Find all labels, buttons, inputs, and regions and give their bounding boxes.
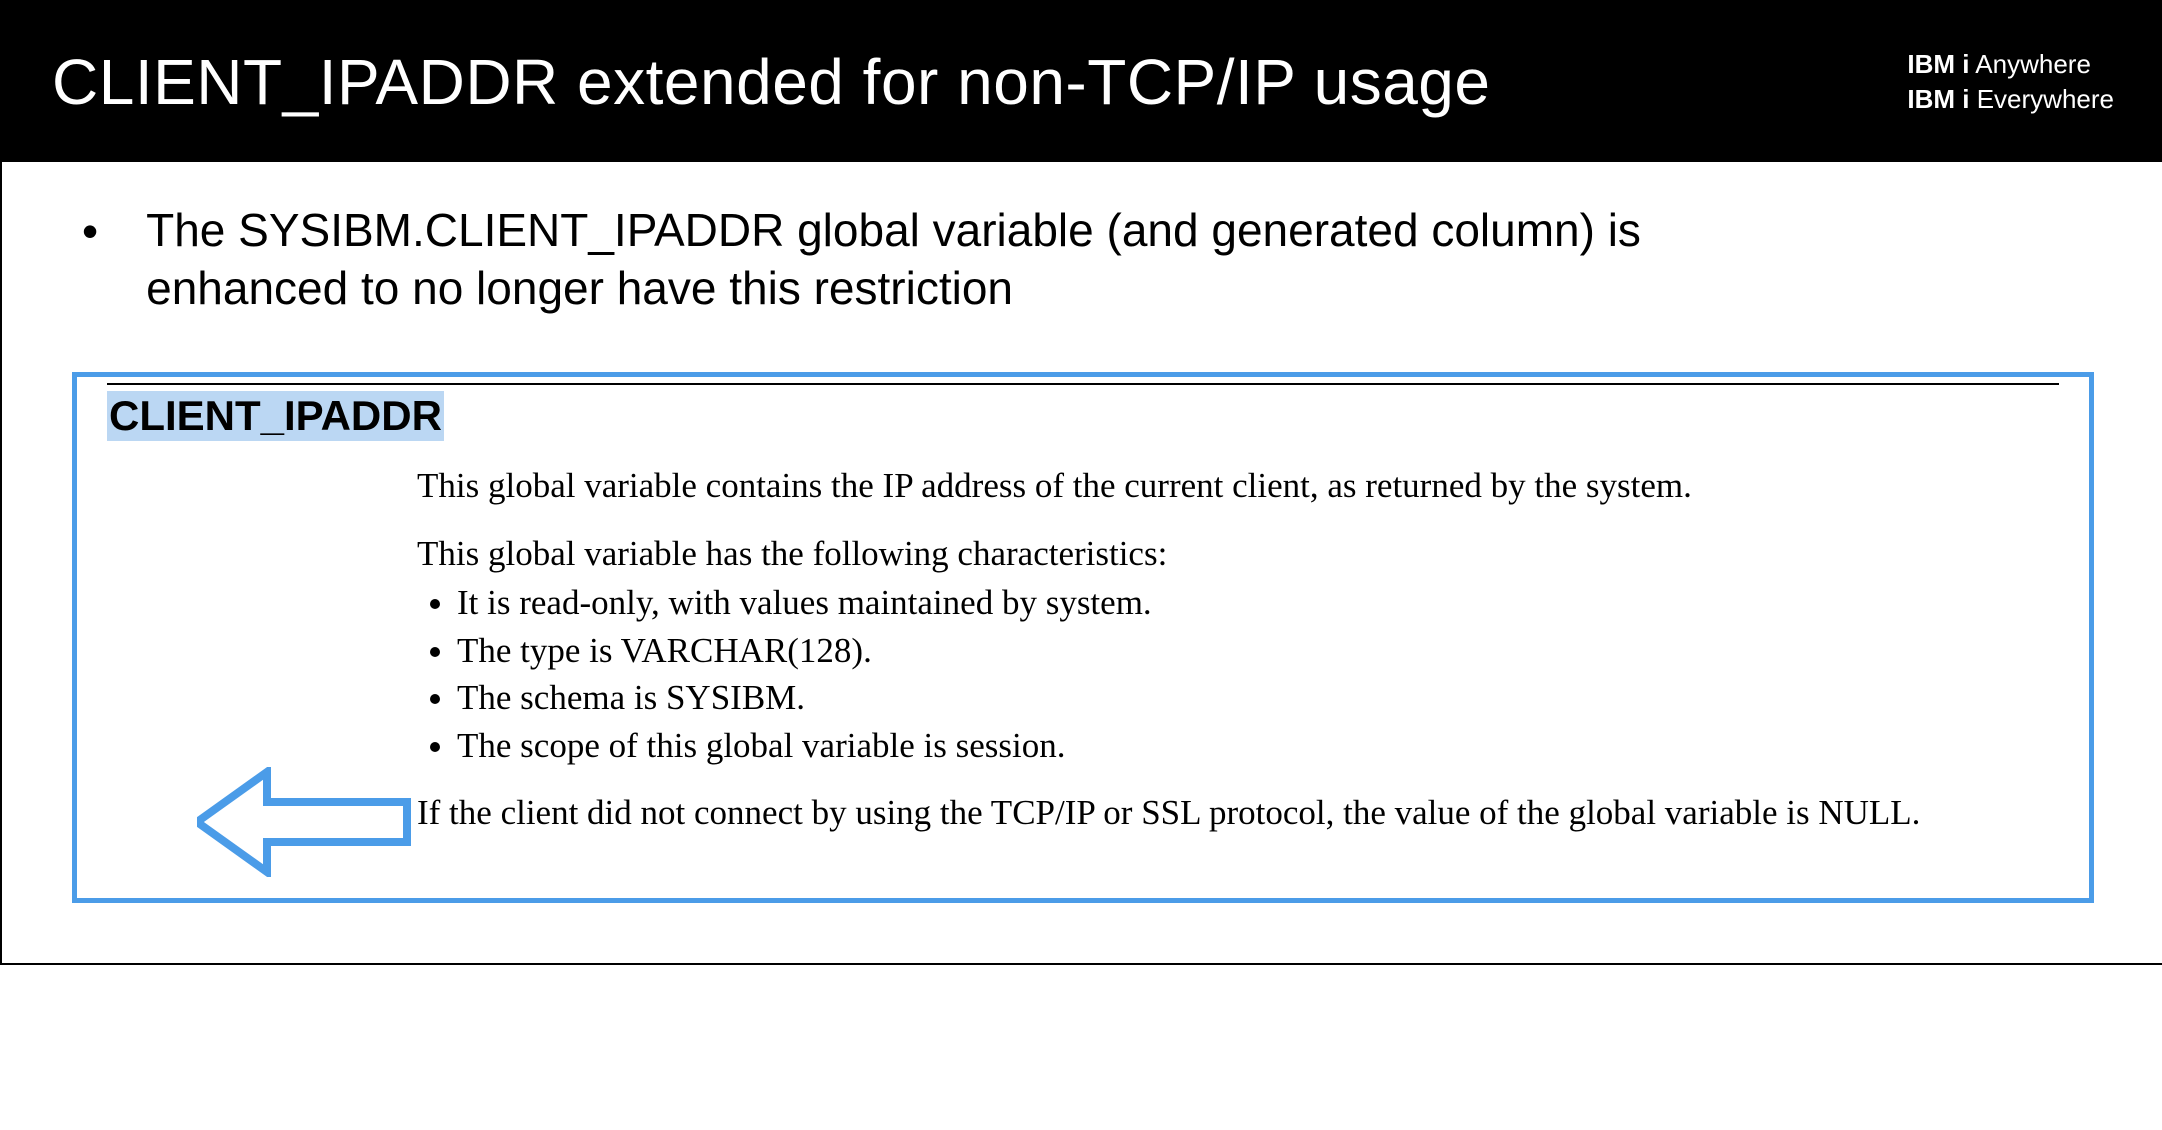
brand-i: i xyxy=(1962,49,1969,79)
doc-characteristics-list: It is read-only, with values maintained … xyxy=(417,580,2029,768)
brand-tag: Anywhere xyxy=(1975,49,2091,79)
brand-ibm: IBM xyxy=(1907,84,1955,114)
slide-body: • The SYSIBM.CLIENT_IPADDR global variab… xyxy=(2,162,2162,963)
doc-paragraph: If the client did not connect by using t… xyxy=(417,790,2029,836)
doc-paragraph: This global variable has the following c… xyxy=(417,531,2029,577)
brand-line-2: IBM i Everywhere xyxy=(1907,82,2114,117)
brand-block: IBM i Anywhere IBM i Everywhere xyxy=(1907,47,2114,117)
slide-header: CLIENT_IPADDR extended for non-TCP/IP us… xyxy=(2,2,2162,162)
brand-i: i xyxy=(1962,84,1969,114)
brand-ibm: IBM xyxy=(1907,49,1955,79)
bullet-item: • The SYSIBM.CLIENT_IPADDR global variab… xyxy=(82,202,2104,317)
list-item: The type is VARCHAR(128). xyxy=(457,628,2029,674)
slide: CLIENT_IPADDR extended for non-TCP/IP us… xyxy=(0,0,2162,965)
callout-arrow xyxy=(197,767,437,882)
list-item: The schema is SYSIBM. xyxy=(457,675,2029,721)
bullet-dot-icon: • xyxy=(82,204,98,317)
doc-content: This global variable contains the IP add… xyxy=(417,463,2029,836)
left-arrow-icon xyxy=(197,767,437,877)
brand-line-1: IBM i Anywhere xyxy=(1907,47,2114,82)
doc-excerpt-box: CLIENT_IPADDR This global variable conta… xyxy=(72,372,2094,903)
list-item: It is read-only, with values maintained … xyxy=(457,580,2029,626)
doc-paragraph: This global variable contains the IP add… xyxy=(417,463,2029,509)
doc-heading-wrap: CLIENT_IPADDR xyxy=(107,383,2059,441)
list-item: The scope of this global variable is ses… xyxy=(457,723,2029,769)
bullet-text: The SYSIBM.CLIENT_IPADDR global variable… xyxy=(146,202,1846,317)
doc-heading: CLIENT_IPADDR xyxy=(107,391,444,441)
brand-tag: Everywhere xyxy=(1977,84,2114,114)
slide-title: CLIENT_IPADDR extended for non-TCP/IP us… xyxy=(52,45,1490,119)
